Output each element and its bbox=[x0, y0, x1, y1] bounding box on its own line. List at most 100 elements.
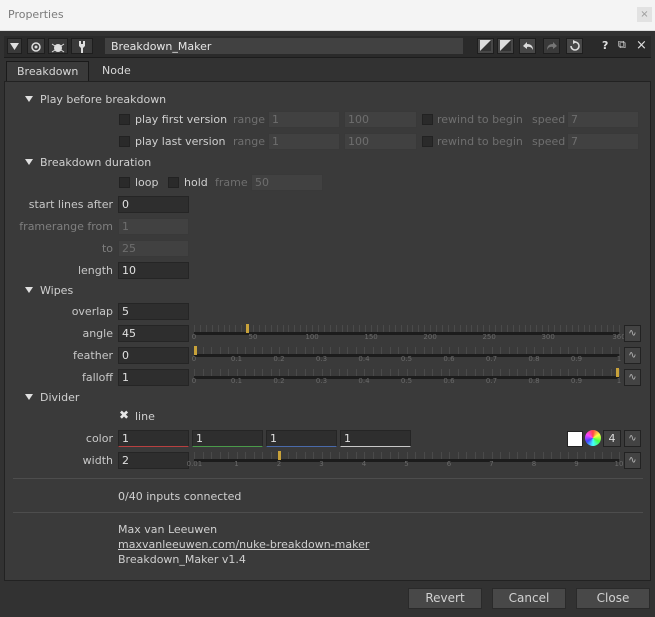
frame-field[interactable]: 50 bbox=[251, 174, 323, 191]
play-last-rewind-checkbox[interactable] bbox=[422, 136, 433, 147]
slider-tick bbox=[245, 452, 246, 459]
slider-tick bbox=[313, 452, 314, 459]
angle-field[interactable]: 45 bbox=[118, 325, 189, 342]
slider-tick bbox=[245, 347, 246, 354]
slider-tick bbox=[576, 347, 578, 354]
tab-node[interactable]: Node bbox=[92, 61, 141, 81]
slider-tick-label: 0.9 bbox=[570, 377, 583, 385]
collapse-triangle-icon bbox=[25, 96, 33, 102]
color-alpha-field[interactable]: 1 bbox=[340, 430, 411, 447]
tab-breakdown[interactable]: Breakdown bbox=[6, 61, 90, 82]
color-swatch-2-icon[interactable] bbox=[497, 38, 514, 54]
slider-tick bbox=[313, 347, 314, 354]
color-swatch-1-icon[interactable] bbox=[477, 38, 494, 54]
play-last-speed-field[interactable]: 7 bbox=[567, 133, 639, 150]
slider-tick bbox=[389, 347, 391, 354]
bug-icon[interactable] bbox=[48, 38, 68, 54]
color-wheel-icon[interactable] bbox=[585, 430, 601, 446]
slider-handle[interactable] bbox=[616, 368, 619, 377]
start-lines-after-field[interactable]: 0 bbox=[118, 196, 189, 213]
color-red-field[interactable]: 1 bbox=[118, 430, 189, 447]
slider-tick bbox=[296, 369, 297, 376]
redo-icon[interactable] bbox=[543, 38, 560, 54]
width-slider[interactable]: 0.01 1 2 3 4 5 6 7 8 9 10 bbox=[187, 449, 623, 469]
feather-slider[interactable]: 0 0.1 0.2 0.3 0.4 0.5 0.6 0.7 0.8 0.9 1 bbox=[192, 344, 621, 364]
slider-tick bbox=[524, 325, 526, 332]
play-first-speed-field[interactable]: 7 bbox=[567, 111, 639, 128]
loop-checkbox[interactable] bbox=[119, 177, 130, 188]
slider-tick bbox=[355, 369, 357, 376]
slider-tick bbox=[415, 347, 416, 354]
falloff-label: falloff bbox=[81, 371, 113, 384]
slider-tick bbox=[372, 347, 374, 354]
center-node-icon[interactable] bbox=[27, 38, 45, 54]
slider-tick bbox=[381, 347, 382, 354]
help-icon[interactable]: ? bbox=[602, 39, 608, 52]
play-last-range-start-field[interactable]: 1 bbox=[268, 133, 340, 150]
angle-slider[interactable]: 0 50 100 150 200 250 300 360 bbox=[192, 322, 626, 342]
slider-handle[interactable] bbox=[194, 346, 197, 355]
length-field[interactable]: 10 bbox=[118, 262, 189, 279]
color-green-field[interactable]: 1 bbox=[192, 430, 263, 447]
slider-tick bbox=[477, 325, 479, 332]
line-label: line bbox=[135, 410, 155, 423]
slider-tick bbox=[457, 452, 459, 459]
to-field[interactable]: 25 bbox=[118, 240, 189, 257]
slider-handle[interactable] bbox=[246, 324, 250, 333]
channels-count-button[interactable]: 4 bbox=[603, 430, 621, 447]
collapse-triangle-icon bbox=[25, 394, 33, 400]
slider-tick bbox=[364, 347, 365, 354]
slider-tick bbox=[457, 347, 459, 354]
cancel-button[interactable]: Cancel bbox=[492, 588, 566, 609]
close-button[interactable]: Close bbox=[576, 588, 650, 609]
framerange-from-label: framerange from bbox=[19, 220, 113, 233]
width-animation-curve-icon[interactable]: ∿ bbox=[624, 452, 641, 469]
line-checkbox-checked-icon[interactable]: ✖ bbox=[119, 408, 129, 422]
slider-tick bbox=[371, 325, 373, 332]
hold-checkbox[interactable] bbox=[168, 177, 179, 188]
framerange-from-field[interactable]: 1 bbox=[118, 218, 189, 235]
slider-tick bbox=[211, 452, 212, 459]
falloff-field[interactable]: 1 bbox=[118, 369, 189, 386]
color-animation-curve-icon[interactable]: ∿ bbox=[624, 430, 641, 447]
slider-tick bbox=[619, 452, 620, 459]
feather-animation-curve-icon[interactable]: ∿ bbox=[624, 347, 641, 364]
section-wipes[interactable]: Wipes bbox=[25, 284, 73, 297]
slider-tick bbox=[508, 452, 510, 459]
play-first-range-end-field[interactable]: 100 bbox=[344, 111, 417, 128]
falloff-animation-curve-icon[interactable]: ∿ bbox=[624, 369, 641, 386]
play-last-checkbox[interactable] bbox=[119, 136, 130, 147]
play-first-rewind-checkbox[interactable] bbox=[422, 114, 433, 125]
angle-animation-curve-icon[interactable]: ∿ bbox=[624, 325, 641, 342]
section-divider[interactable]: Divider bbox=[25, 391, 79, 404]
color-blue-field[interactable]: 1 bbox=[266, 430, 337, 447]
width-field[interactable]: 2 bbox=[118, 452, 189, 469]
slider-tick-label: 6 bbox=[446, 460, 452, 468]
credits-link[interactable]: maxvanleeuwen.com/nuke-breakdown-maker bbox=[118, 538, 369, 551]
play-first-range-start-field[interactable]: 1 bbox=[268, 111, 340, 128]
wrench-icon[interactable] bbox=[71, 38, 93, 54]
undo-icon[interactable] bbox=[519, 38, 536, 54]
close-panel-icon[interactable]: × bbox=[636, 38, 647, 53]
slider-tick bbox=[418, 325, 420, 332]
slider-tick-label: 150 bbox=[364, 333, 378, 341]
play-first-checkbox[interactable] bbox=[119, 114, 130, 125]
slider-tick bbox=[287, 452, 289, 459]
window-close-button[interactable]: × bbox=[637, 7, 652, 22]
node-name-field[interactable]: Breakdown_Maker bbox=[104, 37, 464, 55]
section-breakdown-duration[interactable]: Breakdown duration bbox=[25, 156, 151, 169]
slider-tick bbox=[500, 369, 501, 376]
revert-button[interactable]: Revert bbox=[408, 588, 482, 609]
play-last-range-end-field[interactable]: 100 bbox=[344, 133, 417, 150]
revert-knobs-icon[interactable] bbox=[566, 38, 583, 54]
slider-tick bbox=[372, 369, 374, 376]
color-swatch[interactable] bbox=[567, 431, 583, 447]
collapse-triangle-icon[interactable] bbox=[7, 38, 22, 54]
overlap-field[interactable]: 5 bbox=[118, 303, 189, 320]
slider-tick bbox=[355, 347, 357, 354]
section-play-before-breakdown[interactable]: Play before breakdown bbox=[25, 93, 166, 106]
feather-field[interactable]: 0 bbox=[118, 347, 189, 364]
slider-handle[interactable] bbox=[278, 451, 281, 460]
float-panel-icon[interactable]: ⧉ bbox=[618, 38, 626, 52]
falloff-slider[interactable]: 0 0.1 0.2 0.3 0.4 0.5 0.6 0.7 0.8 0.9 1 bbox=[192, 366, 621, 386]
